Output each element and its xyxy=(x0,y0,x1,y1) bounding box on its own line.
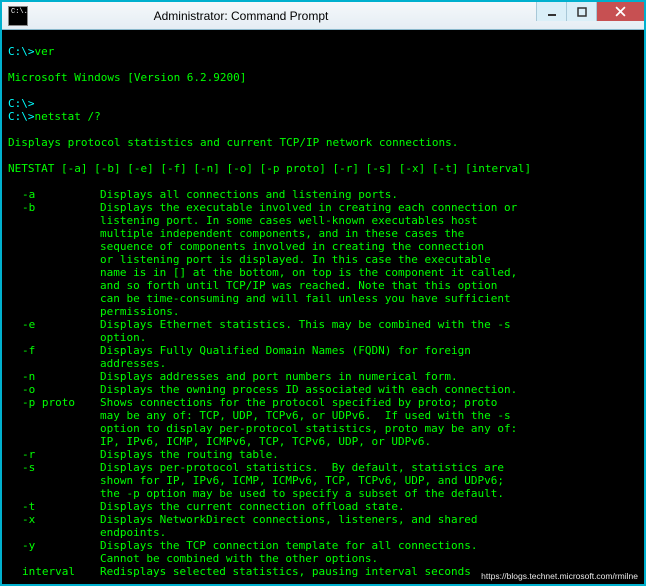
command-netstat: netstat /? xyxy=(35,110,101,123)
terminal-output: C:\>ver Microsoft Windows [Version 6.2.9… xyxy=(8,32,638,578)
maximize-button[interactable] xyxy=(566,2,596,21)
option-desc: Displays the owning process ID associate… xyxy=(100,383,638,396)
netstat-desc: Displays protocol statistics and current… xyxy=(8,136,458,149)
window-title: Administrator: Command Prompt xyxy=(0,9,536,23)
option-desc: Displays NetworkDirect connections, list… xyxy=(100,513,638,539)
netstat-usage: NETSTAT [-a] [-b] [-e] [-f] [-n] [-o] [-… xyxy=(8,162,531,175)
prompt: C:\> xyxy=(8,97,35,110)
option-desc: Displays Fully Qualified Domain Names (F… xyxy=(100,344,638,370)
option-flag: -b xyxy=(8,201,100,318)
options-list: -aDisplays all connections and listening… xyxy=(8,188,638,578)
window-buttons xyxy=(536,2,644,29)
window-frame: C:\. Administrator: Command Prompt C:\>v… xyxy=(0,0,646,586)
option-desc: Displays Ethernet statistics. This may b… xyxy=(100,318,638,344)
option-row: -nDisplays addresses and port numbers in… xyxy=(8,370,638,383)
option-flag: -s xyxy=(8,461,100,500)
option-row: -eDisplays Ethernet statistics. This may… xyxy=(8,318,638,344)
option-desc: Displays the TCP connection template for… xyxy=(100,539,638,565)
option-desc: Displays the current connection offload … xyxy=(100,500,638,513)
option-row: -yDisplays the TCP connection template f… xyxy=(8,539,638,565)
option-desc: Displays all connections and listening p… xyxy=(100,188,638,201)
option-row: -p protoShows connections for the protoc… xyxy=(8,396,638,448)
option-row: -tDisplays the current connection offloa… xyxy=(8,500,638,513)
terminal-area[interactable]: C:\>ver Microsoft Windows [Version 6.2.9… xyxy=(2,30,644,584)
option-row: -rDisplays the routing table. xyxy=(8,448,638,461)
option-flag: -p proto xyxy=(8,396,100,448)
option-flag: -x xyxy=(8,513,100,539)
option-flag: interval xyxy=(8,565,100,578)
titlebar[interactable]: C:\. Administrator: Command Prompt xyxy=(2,2,644,30)
option-row: -sDisplays per-protocol statistics. By d… xyxy=(8,461,638,500)
option-desc: Displays per-protocol statistics. By def… xyxy=(100,461,638,500)
prompt: C:\> xyxy=(8,45,35,58)
command-ver: ver xyxy=(35,45,55,58)
option-row: -xDisplays NetworkDirect connections, li… xyxy=(8,513,638,539)
option-flag: -o xyxy=(8,383,100,396)
option-desc: Displays the routing table. xyxy=(100,448,638,461)
option-desc: Displays the executable involved in crea… xyxy=(100,201,638,318)
option-desc: Shows connections for the protocol speci… xyxy=(100,396,638,448)
option-row: -bDisplays the executable involved in cr… xyxy=(8,201,638,318)
option-desc: Displays addresses and port numbers in n… xyxy=(100,370,638,383)
prompt: C:\> xyxy=(8,110,35,123)
option-flag: -a xyxy=(8,188,100,201)
ver-output: Microsoft Windows [Version 6.2.9200] xyxy=(8,71,246,84)
close-button[interactable] xyxy=(596,2,644,21)
minimize-button[interactable] xyxy=(536,2,566,21)
option-flag: -r xyxy=(8,448,100,461)
option-row: -aDisplays all connections and listening… xyxy=(8,188,638,201)
option-row: -oDisplays the owning process ID associa… xyxy=(8,383,638,396)
option-flag: -y xyxy=(8,539,100,565)
option-flag: -e xyxy=(8,318,100,344)
option-flag: -f xyxy=(8,344,100,370)
option-flag: -t xyxy=(8,500,100,513)
option-row: -fDisplays Fully Qualified Domain Names … xyxy=(8,344,638,370)
source-url: https://blogs.technet.microsoft.com/rmil… xyxy=(481,571,638,581)
option-flag: -n xyxy=(8,370,100,383)
